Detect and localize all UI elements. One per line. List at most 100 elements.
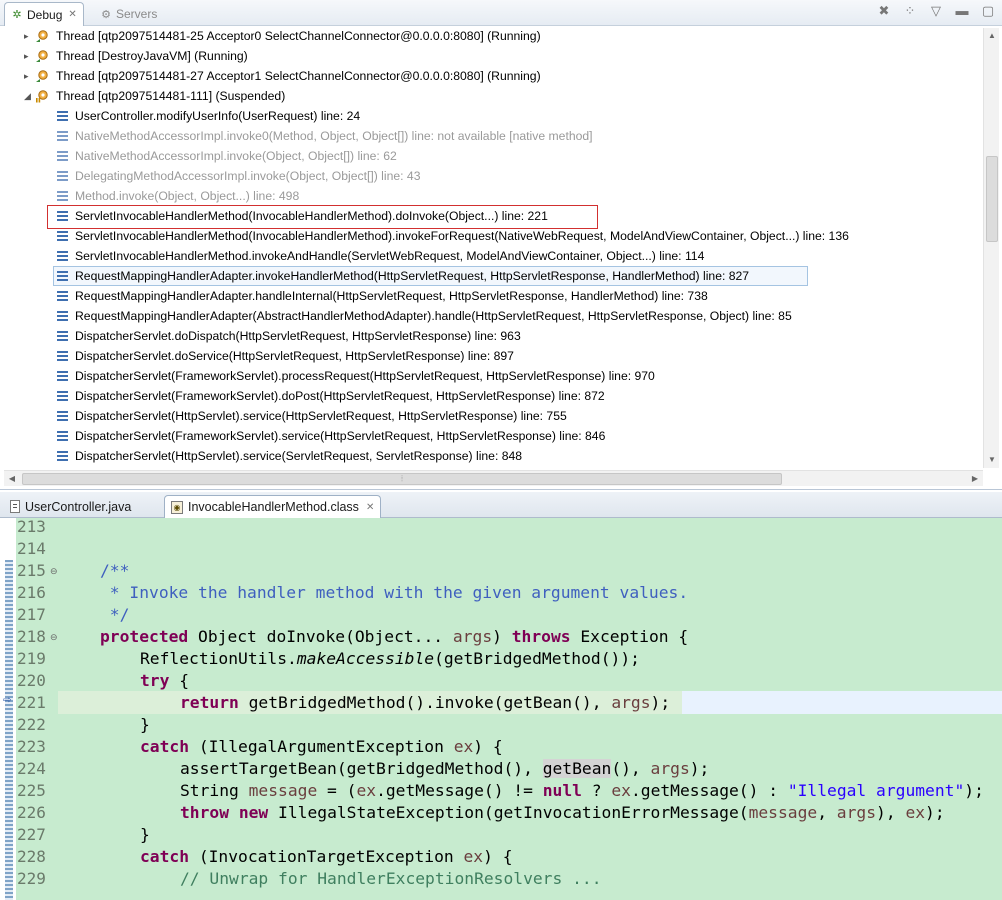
tab-debug[interactable]: ✲ Debug ✕ [4, 2, 84, 26]
editor-tab-label: InvocableHandlerMethod.class [188, 500, 359, 514]
code-line: catch (IllegalArgumentException ex) { [140, 737, 503, 756]
view-toolbar: ✖ ⁘ ▽ ▬ ▢ [876, 3, 996, 19]
remove-terminated-icon[interactable]: ✖ [876, 3, 892, 19]
stack-frame-icon [57, 411, 68, 421]
line-number: 213 [17, 518, 46, 536]
stack-frame-icon [57, 331, 68, 341]
class-file-icon: ◉ [171, 500, 183, 514]
stack-frame-label: UserController.modifyUserInfo(UserReques… [75, 109, 361, 123]
line-number: 225 [17, 781, 46, 800]
line-number: 217 [17, 605, 46, 624]
collapse-icon[interactable]: ◢ [24, 86, 34, 106]
tab-usercontroller-java[interactable]: UserController.java [4, 495, 137, 518]
servers-icon: ⚙ [101, 8, 111, 21]
stack-frame-icon [57, 351, 68, 361]
line-number: 227 [17, 825, 46, 844]
stack-frame-icon [57, 111, 68, 121]
stack-frame-icon [57, 451, 68, 461]
scrollbar-thumb[interactable] [986, 156, 998, 242]
ruler-marker [5, 560, 13, 900]
stack-frame-label: RequestMappingHandlerAdapter(AbstractHan… [75, 309, 792, 323]
maximize-icon[interactable]: ▢ [980, 3, 996, 19]
code-line: throw new IllegalStateException(getInvoc… [180, 803, 945, 822]
stack-frame-label: DispatcherServlet(FrameworkServlet).doPo… [75, 389, 605, 403]
line-number-gutter: 213 214 215 216 217 218 219 220 221 222 … [16, 518, 58, 900]
code-line: protected Object doInvoke(Object... args… [100, 627, 689, 646]
editor-tab-label: UserController.java [25, 499, 132, 514]
expand-icon[interactable]: ▸ [24, 28, 34, 46]
stack-frame-icon [57, 311, 68, 321]
overview-ruler[interactable]: ⇨ [0, 518, 16, 900]
stack-frame-icon [57, 391, 68, 401]
horizontal-scrollbar[interactable]: ◀ ⦙ ▶ [4, 470, 983, 486]
stack-tree: ▸ Thread [qtp2097514481-25 Acceptor0 Sel… [4, 28, 982, 468]
editor-tabbar: UserController.java ◉ InvocableHandlerMe… [0, 492, 1002, 518]
line-number: 229 [17, 869, 46, 888]
code-line: String message = (ex.getMessage() != nul… [180, 781, 984, 800]
tab-servers-label: Servers [116, 7, 158, 21]
tab-debug-label: Debug [27, 7, 63, 22]
code-line-current: return getBridgedMethod().invoke(getBean… [180, 693, 671, 712]
thread-label: Thread [qtp2097514481-27 Acceptor1 Selec… [56, 69, 541, 83]
expand-icon[interactable]: ▸ [24, 66, 34, 86]
close-icon[interactable]: ✕ [68, 9, 76, 20]
suspended-thread-icon [36, 90, 48, 103]
debug-view: ✲ Debug ✕ ⚙ Servers ✖ ⁘ ▽ ▬ ▢ ▸ Thread [ [0, 0, 1002, 490]
fold-collapse-icon[interactable]: ⊖ [50, 632, 58, 643]
line-number: 224 [17, 759, 46, 778]
stack-frame-label: DispatcherServlet(FrameworkServlet).proc… [75, 369, 655, 383]
code-editor[interactable]: ⇨ 213 214 215 216 217 218 219 220 221 22… [0, 518, 1002, 900]
stack-frame-label: DelegatingMethodAccessorImpl.invoke(Obje… [75, 169, 421, 183]
scroll-right-icon[interactable]: ▶ [967, 471, 983, 487]
stack-frame-icon [57, 371, 68, 381]
line-number: 219 [17, 649, 46, 668]
stack-frame-label: DispatcherServlet(HttpServlet).service(S… [75, 449, 523, 463]
scroll-up-icon[interactable]: ▲ [984, 28, 1000, 44]
stack-frame-label: DispatcherServlet(HttpServlet).service(H… [75, 409, 567, 423]
code-area[interactable]: /** * Invoke the handler method with the… [58, 518, 1002, 900]
stack-frame-icon [57, 171, 68, 181]
line-number: 228 [17, 847, 46, 866]
scroll-down-icon[interactable]: ▼ [984, 452, 1000, 468]
view-menu-icon[interactable]: ▽ [928, 3, 944, 19]
thread-label: Thread [qtp2097514481-25 Acceptor0 Selec… [56, 29, 541, 43]
stack-frame-label: RequestMappingHandlerAdapter.handleInter… [75, 289, 708, 303]
instruction-pointer-icon: ⇨ [3, 695, 12, 706]
stack-frame-label: DispatcherServlet(FrameworkServlet).serv… [75, 429, 606, 443]
stack-frame-icon [57, 191, 68, 201]
code-line: } [140, 825, 150, 844]
threads-icon[interactable]: ⁘ [902, 3, 918, 19]
line-number: 216 [17, 583, 46, 602]
vertical-scrollbar[interactable]: ▲ ▼ [983, 28, 999, 468]
scrollbar-thumb[interactable]: ⦙ [22, 473, 782, 485]
thread-label: Thread [qtp2097514481-111] (Suspended) [56, 89, 286, 103]
code-line: } [140, 715, 150, 734]
line-number: 214 [17, 539, 46, 558]
tab-invocablehandlermethod-class[interactable]: ◉ InvocableHandlerMethod.class ✕ [164, 495, 382, 518]
code-line: // Unwrap for HandlerExceptionResolvers … [180, 869, 602, 888]
stack-frame-label: RequestMappingHandlerAdapter.invokeHandl… [75, 269, 750, 283]
code-line: ReflectionUtils.makeAccessible(getBridge… [140, 649, 640, 668]
code-line: /** [100, 561, 130, 580]
stack-frame-label: Method.invoke(Object, Object...) line: 4… [75, 189, 300, 203]
tab-servers[interactable]: ⚙ Servers [94, 2, 163, 26]
minimize-icon[interactable]: ▬ [954, 3, 970, 19]
code-line: * Invoke the handler method with the giv… [100, 583, 689, 602]
close-icon[interactable]: ✕ [366, 502, 374, 513]
code-line: assertTargetBean(getBridgedMethod(), get… [180, 759, 710, 778]
fold-collapse-icon[interactable]: ⊖ [50, 566, 58, 577]
line-number: 222 [17, 715, 46, 734]
debug-view-tabbar: ✲ Debug ✕ ⚙ Servers ✖ ⁘ ▽ ▬ ▢ [0, 0, 1002, 26]
thread-label: Thread [DestroyJavaVM] (Running) [56, 49, 248, 63]
scroll-left-icon[interactable]: ◀ [4, 471, 20, 487]
stack-frame-label: DispatcherServlet.doDispatch(HttpServlet… [75, 329, 521, 343]
code-line: catch (InvocationTargetException ex) { [140, 847, 513, 866]
expand-icon[interactable]: ▸ [24, 46, 34, 66]
running-thread-icon [36, 70, 48, 82]
line-number: 221 [17, 693, 46, 712]
running-thread-icon [36, 30, 48, 42]
bug-icon: ✲ [12, 9, 22, 21]
stack-frame-label: ServletInvocableHandlerMethod.invokeAndH… [75, 249, 705, 263]
stack-frame-icon [57, 231, 68, 241]
stack-frame-icon [57, 151, 68, 161]
